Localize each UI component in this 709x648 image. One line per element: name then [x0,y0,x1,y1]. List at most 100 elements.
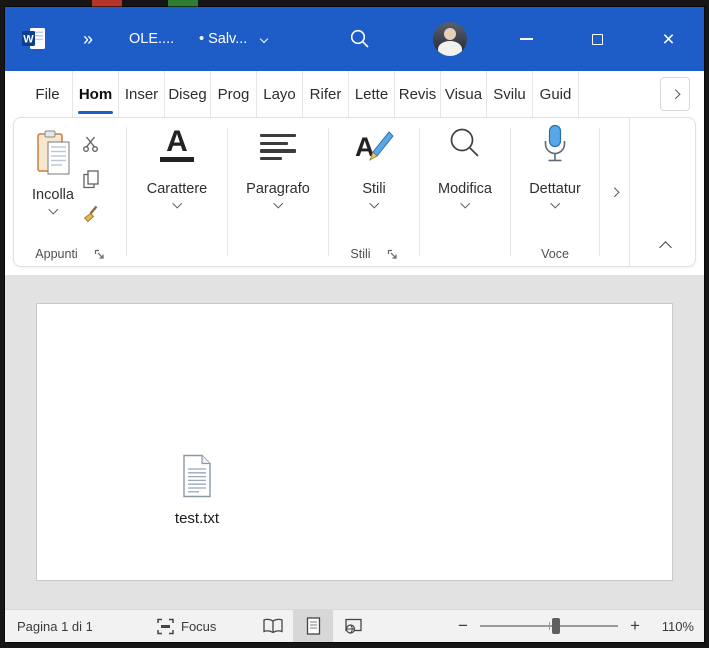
format-painter-button[interactable] [78,202,104,226]
close-button[interactable]: × [633,7,704,71]
word-app-button[interactable]: W [21,7,47,71]
chevron-right-icon [609,187,620,197]
editing-group-button[interactable]: Modifica [438,118,492,208]
styles-group-footer: Stili [329,247,419,261]
page-icon [306,617,320,635]
minimize-icon [520,38,533,40]
chevron-down-icon [550,198,560,208]
clipboard-small-buttons [74,124,108,226]
focus-toggle[interactable]: Focus [157,610,216,642]
maximize-button[interactable] [562,7,633,71]
paragraph-icon [260,134,296,161]
collapse-ribbon-button[interactable] [651,236,679,258]
clipboard-group: Incolla Appunti [14,118,126,266]
chevron-down-icon [369,198,379,208]
style-brush-icon [369,131,394,161]
web-layout-button[interactable] [333,610,373,642]
voice-group-footer: Voce [511,247,599,261]
ribbon-overflow-button[interactable] [600,118,630,266]
font-group-button[interactable]: A Carattere [147,118,207,208]
svg-text:W: W [23,34,34,46]
save-status-label: • Salv... [199,31,248,47]
document-area: test.txt [5,275,704,609]
paragraph-group-button[interactable]: Paragrafo [246,118,310,208]
styles-icon: A [353,128,395,172]
chevron-down-icon [460,198,470,208]
chevron-down-icon [172,198,182,208]
ribbon-card: Incolla Appunti A Carattere Paragrafo A … [13,117,696,267]
tab-developer[interactable]: Svilu [487,71,533,117]
microphone-icon [544,124,566,162]
focus-label: Focus [181,618,217,634]
cut-button[interactable] [78,132,104,156]
voice-group: Dettatur Voce [511,118,599,266]
chevron-right-icon [670,89,680,99]
print-layout-button[interactable] [293,610,333,642]
book-icon [263,618,283,634]
word-window: W » OLE.... • Salv... × File Hom Inser D… [5,7,704,642]
desktop-sliver-green [168,0,198,7]
chevron-down-icon [260,34,269,44]
tab-insert[interactable]: Inser [119,71,165,117]
close-icon: × [662,27,675,51]
copy-icon [83,169,99,188]
double-chevron-icon: » [83,28,95,49]
zoom-slider[interactable] [480,618,618,634]
maximize-icon [592,33,603,45]
zoom-controls: − + 110% [456,610,694,642]
zoom-slider-center-tick [549,622,550,630]
minimize-button[interactable] [491,7,562,71]
desktop-sliver-red [92,0,122,7]
embedded-object[interactable]: test.txt [142,454,252,527]
chevron-up-icon [658,240,672,254]
save-status-button[interactable]: • Salv... [199,7,269,71]
styles-group-button[interactable]: A Stili [353,118,395,208]
status-bar: Pagina 1 di 1 Focus − + 110% [5,609,704,642]
read-mode-button[interactable] [253,610,293,642]
scissors-icon [82,136,98,152]
clipboard-dialog-launcher[interactable] [94,249,105,260]
quick-access-overflow-button[interactable]: » [83,7,94,71]
clipboard-group-label: Appunti [35,247,78,261]
voice-group-label: Voce [541,247,569,261]
tab-design[interactable]: Prog [211,71,257,117]
chevron-down-icon [273,198,283,208]
font-group: A Carattere [127,118,227,266]
copy-button[interactable] [78,167,104,191]
search-icon [350,29,369,48]
dictate-button[interactable]: Dettatur [529,118,581,208]
window-controls: × [491,7,704,71]
search-button[interactable] [349,7,371,71]
tab-draw[interactable]: Diseg [165,71,211,117]
zoom-in-button[interactable]: + [628,616,642,636]
word-logo-icon: W [22,28,45,49]
tab-help[interactable]: Guid [533,71,579,117]
avatar-body [438,41,462,56]
focus-icon [157,618,174,634]
styles-dialog-launcher[interactable] [387,249,398,260]
zoom-out-button[interactable]: − [456,616,470,636]
paste-button[interactable]: Incolla [32,124,74,214]
tabs-overflow-button[interactable] [660,77,690,111]
tab-review[interactable]: Revis [395,71,441,117]
tab-view[interactable]: Visua [441,71,487,117]
tab-references[interactable]: Rifer [303,71,349,117]
tab-mailings[interactable]: Lette [349,71,395,117]
font-icon: A [159,127,194,162]
zoom-slider-handle[interactable] [551,618,560,634]
document-page[interactable]: test.txt [36,303,673,581]
view-switcher [253,610,373,642]
text-file-icon [183,454,211,498]
ribbon: Incolla Appunti A Carattere Paragrafo A … [5,117,704,275]
styles-group-label: Stili [350,247,371,261]
chevron-down-icon [48,204,58,214]
tab-file[interactable]: File [23,71,73,117]
magnifier-icon [450,128,479,157]
tab-layout[interactable]: Layo [257,71,303,117]
clipboard-group-footer: Appunti [14,247,126,261]
zoom-level[interactable]: 110% [652,619,694,634]
page-indicator[interactable]: Pagina 1 di 1 [17,610,93,642]
avatar[interactable] [433,22,467,56]
tab-home[interactable]: Hom [73,71,119,117]
paragraph-group: Paragrafo [228,118,328,266]
